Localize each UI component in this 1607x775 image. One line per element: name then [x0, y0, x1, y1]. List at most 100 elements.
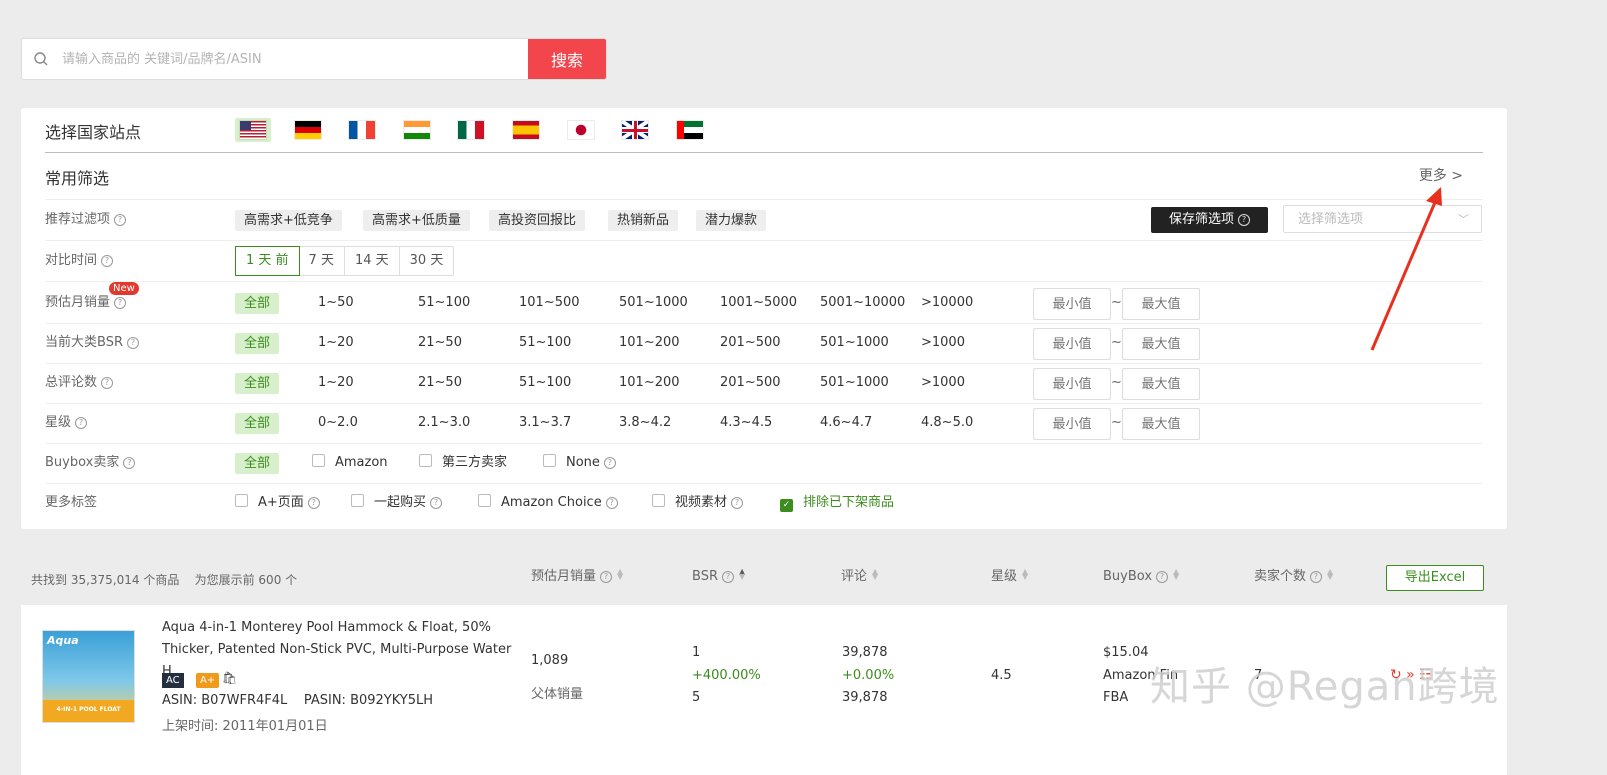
sales-value: 1,089: [531, 653, 569, 668]
reviews-option[interactable]: 51~100: [519, 363, 571, 403]
common-filter-header: 常用筛选 更多 >: [45, 153, 1483, 200]
sales-option[interactable]: 501~1000: [619, 283, 688, 323]
bsr-option[interactable]: 501~1000: [820, 323, 889, 363]
rating-option[interactable]: 4.3~4.5: [720, 403, 772, 443]
buybox-amazon-checkbox[interactable]: Amazon: [312, 443, 388, 483]
video-checkbox[interactable]: 视频素材?: [652, 483, 744, 523]
rating-option[interactable]: 3.8~4.2: [619, 403, 671, 443]
flag-in[interactable]: [399, 118, 435, 142]
compare-option[interactable]: 7 天: [299, 247, 345, 275]
sales-option[interactable]: 1001~5000: [720, 283, 797, 323]
flag-ae[interactable]: [672, 118, 708, 142]
help-icon[interactable]: ?: [75, 417, 88, 429]
reviews-option[interactable]: 1~20: [318, 363, 354, 403]
flag-mx[interactable]: [453, 118, 489, 142]
flag-us[interactable]: [235, 118, 271, 142]
column-reviews[interactable]: 评论 ▲ ▼: [841, 567, 878, 587]
bsr-option[interactable]: 51~100: [519, 323, 571, 363]
product-image[interactable]: Aqua 4-IN-1 POOL FLOAT: [42, 630, 135, 723]
option-all[interactable]: 全部: [235, 453, 280, 474]
buybox-thirdparty-checkbox[interactable]: 第三方卖家: [419, 443, 507, 483]
flag-de[interactable]: [290, 118, 326, 142]
min-input[interactable]: [1033, 288, 1111, 320]
watermark: 知乎 @Regan跨境: [1150, 664, 1500, 710]
rating-option[interactable]: 4.8~5.0: [921, 403, 973, 443]
flag-jp[interactable]: [563, 118, 599, 142]
sales-sub: 父体销量: [531, 687, 584, 702]
sales-option[interactable]: 101~500: [519, 283, 580, 323]
flag-es[interactable]: [508, 118, 544, 142]
option-all[interactable]: 全部: [235, 333, 280, 354]
aplus-checkbox[interactable]: A+页面?: [235, 483, 320, 523]
max-input[interactable]: [1122, 408, 1200, 440]
save-filter-button[interactable]: 保存筛选项?: [1151, 207, 1268, 233]
option-all[interactable]: 全部: [235, 373, 280, 394]
buybox-none-checkbox[interactable]: None?: [543, 443, 616, 483]
help-icon[interactable]: ?: [126, 337, 139, 349]
recommend-tag[interactable]: 高投资回报比: [489, 210, 586, 231]
reviews-option[interactable]: 101~200: [619, 363, 680, 403]
sort-icon: ▲ ▼: [872, 567, 879, 581]
column-sales[interactable]: 预估月销量 ?▲ ▼: [531, 567, 623, 587]
min-input[interactable]: [1033, 328, 1111, 360]
reviews-option[interactable]: 21~50: [418, 363, 462, 403]
compare-option[interactable]: 14 天: [345, 247, 400, 275]
reviews-label: 总评论数?: [45, 363, 114, 403]
option-all[interactable]: 全部: [235, 293, 280, 314]
reviews-option[interactable]: 201~500: [720, 363, 781, 403]
help-icon[interactable]: ?: [101, 255, 114, 267]
sort-icon: ▲ ▼: [617, 567, 624, 581]
search-input[interactable]: [60, 39, 528, 79]
help-icon[interactable]: ?: [114, 214, 127, 226]
max-input[interactable]: [1122, 288, 1200, 320]
reviews-value: 39,878: [842, 645, 888, 660]
bag-icon: 🛍: [222, 671, 238, 685]
sales-option[interactable]: 5001~10000: [820, 283, 905, 323]
flag-fr[interactable]: [344, 118, 380, 142]
recommend-tag[interactable]: 潜力爆款: [696, 210, 767, 231]
bsr-option[interactable]: >1000: [921, 323, 965, 363]
filter-select[interactable]: 选择筛选项 ﹀: [1283, 205, 1482, 233]
recommend-tag[interactable]: 高需求+低竞争: [235, 210, 342, 231]
bought-together-checkbox[interactable]: 一起购买?: [351, 483, 443, 523]
column-bsr[interactable]: BSR ?▲ ▼: [692, 567, 745, 587]
rating-option[interactable]: 0~2.0: [318, 403, 358, 443]
bsr-option[interactable]: 101~200: [619, 323, 680, 363]
column-sellers[interactable]: 卖家个数 ?▲ ▼: [1254, 567, 1333, 587]
exclude-delisted-checkbox[interactable]: ✓ 排除已下架商品: [780, 483, 894, 523]
column-buybox[interactable]: BuyBox ?▲ ▼: [1103, 567, 1179, 587]
sales-option[interactable]: >10000: [921, 283, 973, 323]
max-input[interactable]: [1122, 368, 1200, 400]
more-link[interactable]: 更多 >: [1419, 156, 1463, 196]
reviews-option[interactable]: 501~1000: [820, 363, 889, 403]
recommend-tag[interactable]: 热销新品: [608, 210, 679, 231]
help-icon: ?: [1238, 214, 1250, 226]
min-input[interactable]: [1033, 368, 1111, 400]
help-icon[interactable]: ?: [123, 457, 136, 469]
reviews-option[interactable]: >1000: [921, 363, 965, 403]
search-button[interactable]: 搜索: [528, 39, 606, 79]
bsr-option[interactable]: 21~50: [418, 323, 462, 363]
compare-option[interactable]: 30 天: [400, 247, 454, 275]
bsr-option[interactable]: 201~500: [720, 323, 781, 363]
rating-row: 星级? 全部 0~2.0 2.1~3.0 3.1~3.7 3.8~4.2 4.3…: [45, 403, 1483, 444]
recommend-tag[interactable]: 高需求+低质量: [363, 210, 470, 231]
rating-label: 星级?: [45, 403, 88, 443]
more-tags-label: 更多标签: [45, 495, 98, 510]
rating-option[interactable]: 4.6~4.7: [820, 403, 872, 443]
bsr-option[interactable]: 1~20: [318, 323, 354, 363]
column-rating[interactable]: 星级 ▲ ▼: [991, 567, 1028, 587]
rating-option[interactable]: 3.1~3.7: [519, 403, 571, 443]
max-input[interactable]: [1122, 328, 1200, 360]
amazon-choice-checkbox[interactable]: Amazon Choice?: [478, 483, 618, 523]
sales-option[interactable]: 51~100: [418, 283, 470, 323]
help-icon[interactable]: ?: [101, 377, 114, 389]
sales-option[interactable]: 1~50: [318, 283, 354, 323]
option-all[interactable]: 全部: [235, 413, 280, 434]
compare-option[interactable]: 1 天 前: [235, 246, 300, 276]
export-excel-button[interactable]: 导出Excel: [1386, 565, 1484, 591]
min-input[interactable]: [1033, 408, 1111, 440]
rating-option[interactable]: 2.1~3.0: [418, 403, 470, 443]
help-icon[interactable]: ?: [114, 297, 127, 309]
flag-uk[interactable]: [617, 118, 653, 142]
